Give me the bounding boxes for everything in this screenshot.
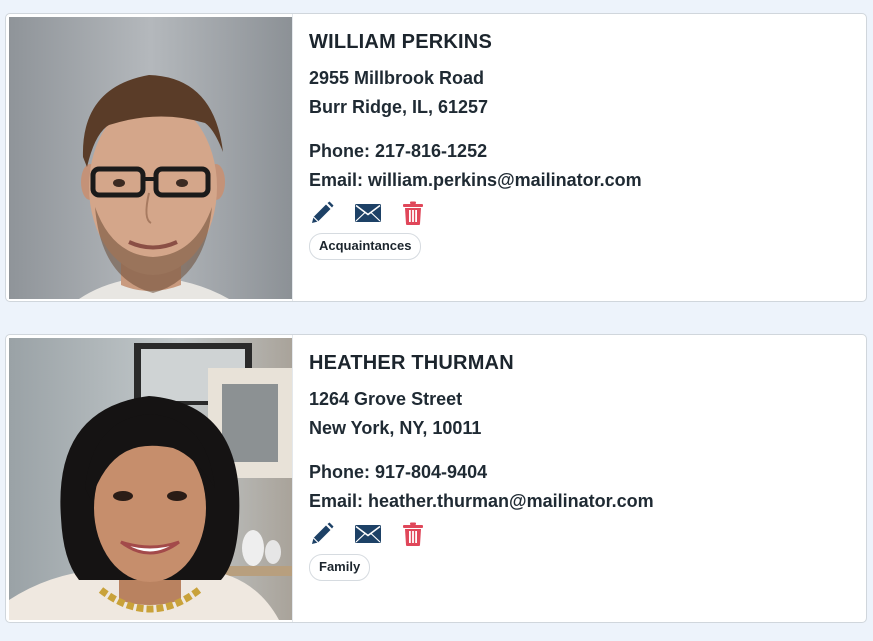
contact-info: WILLIAM PERKINS 2955 Millbrook Road Burr… — [309, 29, 856, 260]
edit-button[interactable] — [309, 200, 335, 226]
edit-button[interactable] — [309, 521, 335, 547]
contact-actions — [309, 199, 856, 227]
contact-name: WILLIAM PERKINS — [309, 31, 492, 53]
trash-icon — [403, 201, 423, 225]
card-divider — [292, 335, 293, 622]
contact-details: Phone: 217-816-1252 Email: william.perki… — [309, 137, 856, 195]
contact-card: HEATHER THURMAN 1264 Grove Street New Yo… — [5, 334, 867, 623]
contact-email: Email: heather.thurman@mailinator.com — [309, 491, 654, 511]
trash-icon — [403, 522, 423, 546]
contact-card: WILLIAM PERKINS 2955 Millbrook Road Burr… — [5, 13, 867, 302]
category-tag: Acquaintances — [309, 233, 422, 260]
email-button[interactable] — [354, 200, 382, 226]
contact-actions — [309, 520, 856, 548]
contact-email: Email: william.perkins@mailinator.com — [309, 170, 642, 190]
envelope-icon — [355, 525, 381, 543]
address-line-2: New York, NY, 10011 — [309, 418, 482, 438]
contact-photo — [9, 338, 292, 620]
category-tag: Family — [309, 554, 371, 581]
contact-name: HEATHER THURMAN — [309, 352, 514, 374]
contact-photo — [9, 17, 292, 299]
pencil-icon — [312, 201, 334, 223]
card-divider — [292, 14, 293, 301]
contact-address: 1264 Grove Street New York, NY, 10011 — [309, 385, 856, 443]
address-line-1: 1264 Grove Street — [309, 389, 463, 409]
contact-address: 2955 Millbrook Road Burr Ridge, IL, 6125… — [309, 64, 856, 122]
address-line-2: Burr Ridge, IL, 61257 — [309, 97, 489, 117]
contact-phone: Phone: 217-816-1252 — [309, 141, 488, 161]
delete-button[interactable] — [402, 200, 424, 226]
delete-button[interactable] — [402, 521, 424, 547]
contact-info: HEATHER THURMAN 1264 Grove Street New Yo… — [309, 350, 856, 581]
contact-phone: Phone: 917-804-9404 — [309, 462, 488, 482]
envelope-icon — [355, 204, 381, 222]
address-line-1: 2955 Millbrook Road — [309, 68, 485, 88]
contact-details: Phone: 917-804-9404 Email: heather.thurm… — [309, 458, 856, 516]
pencil-icon — [312, 522, 334, 544]
email-button[interactable] — [354, 521, 382, 547]
